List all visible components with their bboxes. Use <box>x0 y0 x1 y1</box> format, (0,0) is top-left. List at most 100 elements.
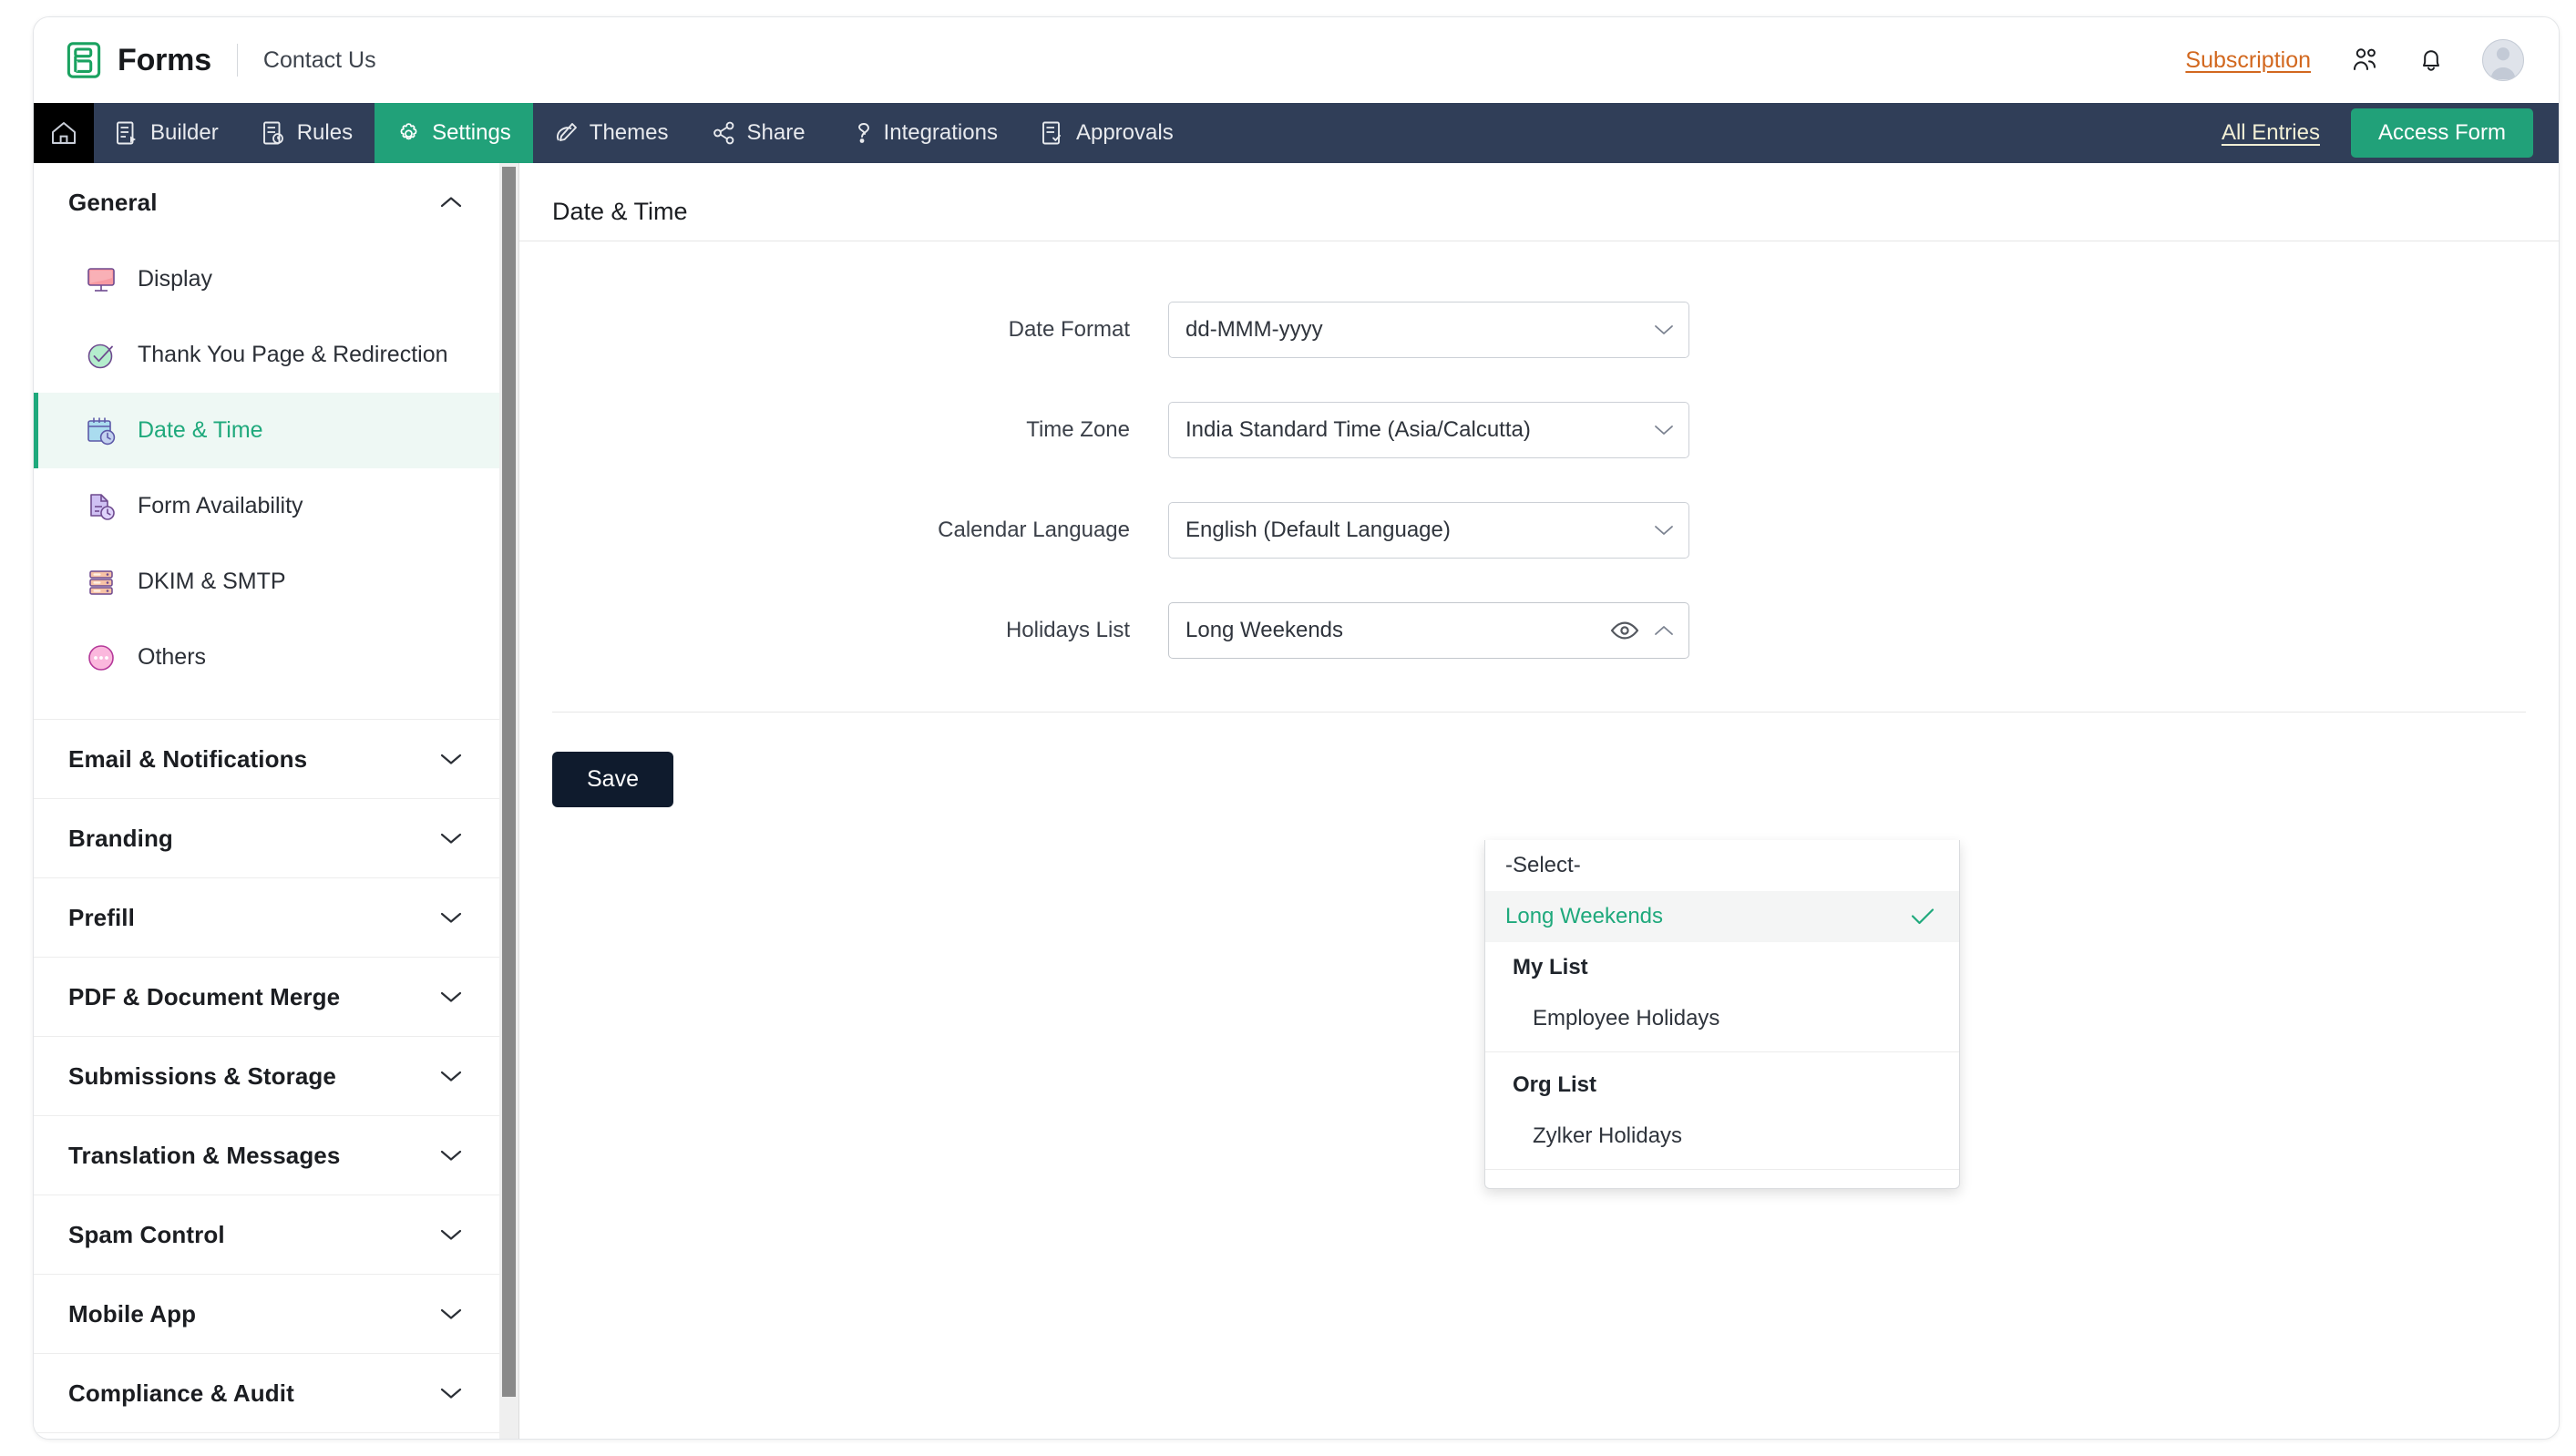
dropdown-option-select-placeholder[interactable]: -Select- <box>1485 840 1959 891</box>
nav-items: Builder Rules Settings Themes Share Inte… <box>94 103 1196 163</box>
chevron-up-icon <box>440 197 462 208</box>
users-icon[interactable] <box>2349 46 2380 74</box>
sidebar-section-submissions-storage[interactable]: Submissions & Storage <box>34 1037 499 1115</box>
nav-tab-themes[interactable]: Themes <box>533 103 691 163</box>
calendar-clock-icon <box>87 417 116 445</box>
sidebar-item-thank-you-page[interactable]: Thank You Page & Redirection <box>34 317 499 393</box>
sidebar-scrollbar-thumb[interactable] <box>502 167 516 1397</box>
sidebar-section-spam-control[interactable]: Spam Control <box>34 1195 499 1274</box>
date-format-select[interactable]: dd-MMM-yyyy <box>1168 302 1689 358</box>
chevron-down-icon <box>440 833 462 844</box>
sidebar-scrollbar[interactable] <box>499 163 518 1439</box>
sidebar-item-label: Thank You Page & Redirection <box>138 342 448 367</box>
nav-tab-integrations[interactable]: Integrations <box>827 103 1020 163</box>
sidebar-item-label: Others <box>138 644 207 670</box>
sidebar-section-pdf-document-merge[interactable]: PDF & Document Merge <box>34 958 499 1036</box>
home-icon <box>52 122 76 144</box>
dropdown-option-employee-holidays[interactable]: Employee Holidays <box>1485 993 1959 1044</box>
sidebar-section-general[interactable]: General <box>34 163 499 241</box>
sidebar-section-email-notifications[interactable]: Email & Notifications <box>34 720 499 798</box>
sidebar-section-title: Submissions & Storage <box>68 1061 336 1090</box>
chevron-down-icon <box>440 754 462 764</box>
calendar-language-select[interactable]: English (Default Language) <box>1168 502 1689 559</box>
form-row-calendar-language: Calendar Language English (Default Langu… <box>519 502 2559 559</box>
sidebar-item-form-availability[interactable]: Form Availability <box>34 468 499 544</box>
check-circle-icon <box>87 343 113 368</box>
chevron-up-icon <box>1654 624 1674 637</box>
sidebar-section-mobile-app[interactable]: Mobile App <box>34 1275 499 1353</box>
nav-tab-approvals[interactable]: Approvals <box>1020 103 1196 163</box>
chevron-down-icon <box>440 1308 462 1319</box>
sidebar-section-title: Translation & Messages <box>68 1141 341 1169</box>
top-bar: Forms Contact Us Subscription <box>34 17 2559 103</box>
form-row-holidays-list: Holidays List Long Weekends <box>519 602 2559 659</box>
server-icon <box>89 569 113 595</box>
sidebar-section-prefill[interactable]: Prefill <box>34 878 499 957</box>
nav-tab-label: Share <box>746 120 806 145</box>
dropdown-option-long-weekends[interactable]: Long Weekends <box>1485 891 1959 942</box>
top-bar-actions: Subscription <box>2185 39 2524 81</box>
sidebar-section-title: Branding <box>68 824 173 852</box>
nav-actions: All Entries Access Form <box>2222 103 2559 163</box>
nav-tab-builder[interactable]: Builder <box>94 103 241 163</box>
sidebar-section-title: Compliance & Audit <box>68 1379 294 1407</box>
holidays-list-select[interactable]: Long Weekends <box>1168 602 1689 659</box>
preview-eye-icon[interactable] <box>1610 620 1639 641</box>
sidebar-section-title: Spam Control <box>68 1220 225 1248</box>
sidebar-section-branding[interactable]: Branding <box>34 799 499 877</box>
nav-tab-rules[interactable]: Rules <box>241 103 375 163</box>
nav-tab-settings[interactable]: Settings <box>375 103 533 163</box>
share-icon <box>713 121 734 145</box>
contact-us-link[interactable]: Contact Us <box>263 47 376 74</box>
rules-icon <box>262 121 283 145</box>
sidebar-item-display[interactable]: Display <box>34 241 499 317</box>
sidebar-section-translation-messages[interactable]: Translation & Messages <box>34 1116 499 1195</box>
sidebar-scroll-area: General Display Thank You Page & Redirec… <box>34 163 499 1439</box>
dropdown-group-my-list: My List <box>1513 955 1588 979</box>
main-content: Date & Time Date Format dd-MMM-yyyy Time… <box>519 163 2559 1439</box>
dropdown-option-zylker-holidays[interactable]: Zylker Holidays <box>1485 1111 1959 1162</box>
holidays-list-label: Holidays List <box>1005 618 1130 642</box>
sidebar-item-dkim-smtp[interactable]: DKIM & SMTP <box>34 544 499 620</box>
sidebar-section-title: Prefill <box>68 903 135 931</box>
nav-tab-share[interactable]: Share <box>691 103 827 163</box>
sidebar-item-date-time[interactable]: Date & Time <box>34 393 499 468</box>
sidebar-section-compliance-audit[interactable]: Compliance & Audit <box>34 1354 499 1432</box>
sidebar-item-label: Display <box>138 266 212 292</box>
brand-name: Forms <box>118 42 211 77</box>
date-format-value: dd-MMM-yyyy <box>1185 317 1323 342</box>
avatar[interactable] <box>2482 39 2524 81</box>
brand-divider <box>236 44 238 77</box>
dropdown-option-label: Long Weekends <box>1505 904 1664 928</box>
page-header: Date & Time <box>519 183 2559 241</box>
document-clock-icon <box>90 493 115 520</box>
dropdown-group-org-list: Org List <box>1513 1072 1597 1097</box>
ellipsis-circle-icon <box>88 644 114 671</box>
form-row-time-zone: Time Zone India Standard Time (Asia/Calc… <box>519 402 2559 458</box>
chevron-down-icon <box>440 1150 462 1161</box>
chevron-down-icon <box>440 1071 462 1082</box>
brand[interactable]: Forms <box>67 42 211 78</box>
sidebar-item-others[interactable]: Others <box>34 620 499 695</box>
main-navigation: Builder Rules Settings Themes Share Inte… <box>34 103 2559 163</box>
chevron-down-icon <box>1654 424 1674 436</box>
themes-icon <box>556 123 577 141</box>
holidays-list-value: Long Weekends <box>1185 618 1344 642</box>
time-zone-select[interactable]: India Standard Time (Asia/Calcutta) <box>1168 402 1689 458</box>
date-format-label: Date Format <box>1008 317 1130 342</box>
chevron-down-icon <box>440 1388 462 1399</box>
subscription-link[interactable]: Subscription <box>2185 47 2311 74</box>
home-button[interactable] <box>34 103 94 163</box>
sidebar-general-items: Display Thank You Page & Redirection Dat… <box>34 241 499 719</box>
save-button[interactable]: Save <box>552 752 673 807</box>
builder-icon <box>117 121 136 145</box>
notification-bell-icon[interactable] <box>2418 46 2444 75</box>
chevron-down-icon <box>440 912 462 923</box>
access-form-button[interactable]: Access Form <box>2350 108 2533 158</box>
gear-icon <box>400 122 417 139</box>
settings-sidebar: General Display Thank You Page & Redirec… <box>34 163 519 1439</box>
calendar-language-value: English (Default Language) <box>1185 518 1451 542</box>
time-zone-value: India Standard Time (Asia/Calcutta) <box>1185 417 1531 442</box>
all-entries-link[interactable]: All Entries <box>2222 120 2320 146</box>
approvals-icon <box>1042 121 1061 145</box>
